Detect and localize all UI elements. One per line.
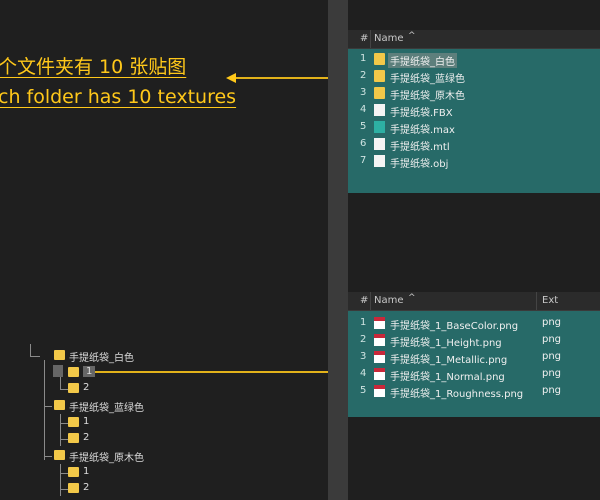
tree-toggle[interactable]	[53, 365, 63, 377]
folder-icon	[68, 417, 79, 427]
png-file-icon	[374, 334, 385, 346]
pane-splitter[interactable]	[328, 0, 348, 500]
list-item[interactable]: 2 手提纸袋_蓝绿色	[348, 68, 600, 85]
sort-asc-icon[interactable]: ^	[408, 31, 416, 41]
folder-icon	[54, 450, 65, 460]
folder-icon	[68, 367, 79, 377]
top-list-body: 1 手提纸袋_白色 2 手提纸袋_蓝绿色 3 手提纸袋_原木色 4 手提纸袋.F…	[348, 49, 600, 193]
list-item[interactable]: 4 手提纸袋.FBX	[348, 102, 600, 119]
list-item[interactable]: 6 手提纸袋.mtl	[348, 136, 600, 153]
top-file-panel: # Name ^ 1 手提纸袋_白色 2 手提纸袋_蓝绿色 3 手提纸袋_原木色…	[348, 30, 600, 195]
png-file-icon	[374, 368, 385, 380]
list-item[interactable]: 5 手提纸袋.max	[348, 119, 600, 136]
list-item[interactable]: 4 手提纸袋_1_Normal.png png	[348, 366, 600, 383]
obj-file-icon	[374, 155, 385, 167]
folder-icon	[374, 87, 385, 99]
column-ext[interactable]: Ext	[542, 295, 558, 306]
column-name[interactable]: Name	[374, 295, 404, 306]
folder-icon	[68, 483, 79, 493]
folder-icon	[54, 350, 65, 360]
top-list-header: # Name ^	[348, 30, 600, 49]
folder-icon	[54, 400, 65, 410]
file-icon	[374, 104, 385, 116]
list-item[interactable]: 1 手提纸袋_白色	[348, 51, 600, 68]
bottom-list-body: 1 手提纸袋_1_BaseColor.png png 2 手提纸袋_1_Heig…	[348, 311, 600, 417]
max-file-icon	[374, 121, 385, 133]
list-item[interactable]: 5 手提纸袋_1_Roughness.png png	[348, 383, 600, 400]
bottom-list-header: # Name ^ Ext	[348, 292, 600, 311]
list-item[interactable]: 1 手提纸袋_1_BaseColor.png png	[348, 315, 600, 332]
list-item[interactable]: 2 手提纸袋_1_Height.png png	[348, 332, 600, 349]
folder-icon	[374, 53, 385, 65]
column-name[interactable]: Name	[374, 33, 404, 44]
list-item[interactable]: 7 手提纸袋.obj	[348, 153, 600, 170]
column-hash[interactable]: #	[360, 295, 368, 306]
list-item[interactable]: 3 手提纸袋_1_Metallic.png png	[348, 349, 600, 366]
folder-icon	[68, 433, 79, 443]
mtl-file-icon	[374, 138, 385, 150]
png-file-icon	[374, 317, 385, 329]
png-file-icon	[374, 351, 385, 363]
list-item[interactable]: 3 手提纸袋_原木色	[348, 85, 600, 102]
folder-tree: 手提纸袋_白色 1 2 手提纸袋_蓝绿色 1 2 手提纸袋_原木色 1 2	[0, 340, 320, 500]
sort-asc-icon[interactable]: ^	[408, 293, 416, 303]
bottom-file-panel: # Name ^ Ext 1 手提纸袋_1_BaseColor.png png …	[348, 292, 600, 420]
folder-icon	[68, 467, 79, 477]
folder-icon	[374, 70, 385, 82]
folder-icon	[68, 383, 79, 393]
png-file-icon	[374, 385, 385, 397]
column-hash[interactable]: #	[360, 33, 368, 44]
